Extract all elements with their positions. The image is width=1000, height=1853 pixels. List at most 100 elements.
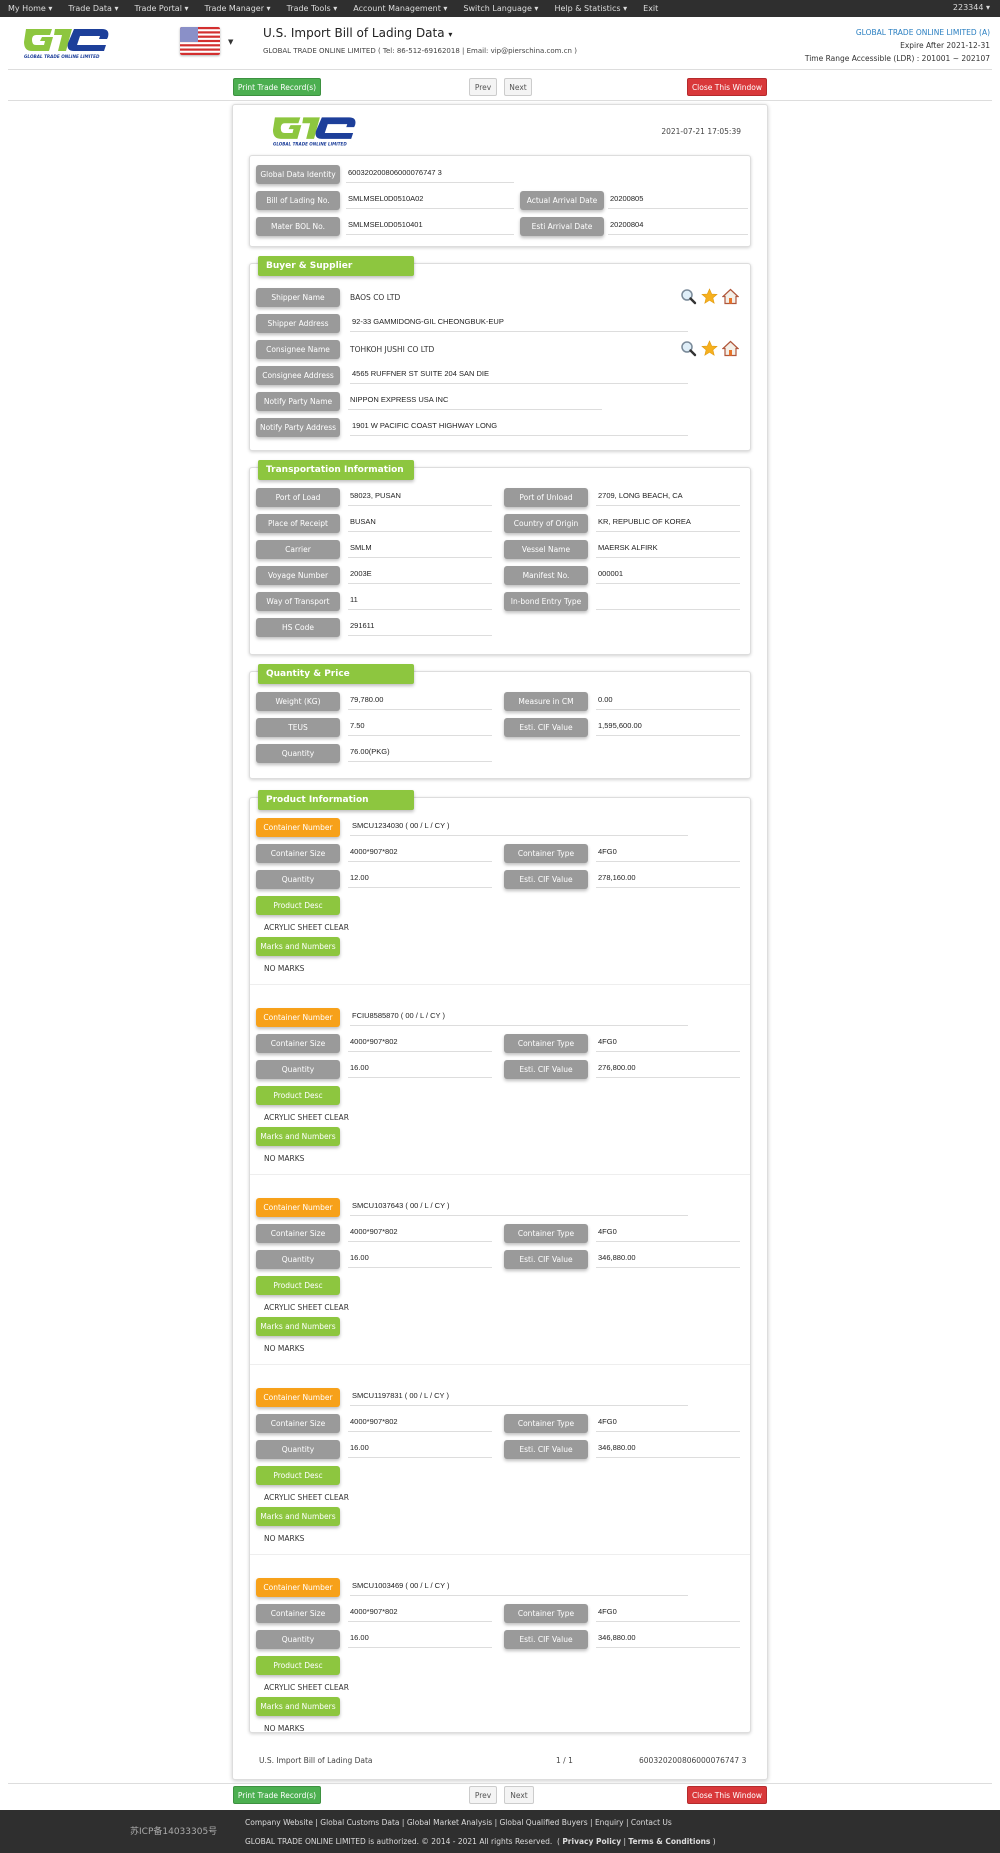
next-button[interactable]: Next <box>504 78 532 96</box>
weight-value: 79,780.00 <box>348 691 492 710</box>
language-caret-icon[interactable]: ▼ <box>228 38 233 46</box>
bol-value: SMLMSEL0D0510A02 <box>346 190 514 209</box>
container-number-value: SMCU1037643 ( 00 / L / CY ) <box>350 1197 688 1216</box>
container-cif-label: Esti. CIF Value <box>504 1630 588 1649</box>
nav-help-statistics[interactable]: Help & Statistics ▾ <box>546 4 635 13</box>
container-number-value: SMCU1003469 ( 00 / L / CY ) <box>350 1577 688 1596</box>
gto-logo: GLOBAL TRADE ONLINE LIMITED <box>24 29 109 59</box>
bol-label: Bill of Lading No. <box>256 191 340 210</box>
nav-trade-tools[interactable]: Trade Tools ▾ <box>279 4 346 13</box>
cif-label: Esti. CIF Value <box>504 718 588 737</box>
close-window-button[interactable]: Close This Window <box>687 1786 767 1804</box>
container-size-value: 4000*907*802 <box>348 843 492 862</box>
container-block: Container Number SMCU1234030 ( 00 / L / … <box>250 816 750 1006</box>
expire-date: Expire After 2021-12-31 <box>900 41 990 50</box>
next-button[interactable]: Next <box>504 1786 534 1804</box>
product-desc-value: ACRYLIC SHEET CLEAR <box>264 1493 349 1502</box>
teus-label: TEUS <box>256 718 340 737</box>
container-cif-value: 346,880.00 <box>596 1249 740 1268</box>
terms-link[interactable]: Terms & Conditions <box>628 1837 710 1846</box>
container-block: Container Number SMCU1197831 ( 00 / L / … <box>250 1386 750 1576</box>
container-size-value: 4000*907*802 <box>348 1603 492 1622</box>
nav-switch-language[interactable]: Switch Language ▾ <box>455 4 546 13</box>
footer-link-global-customs-data[interactable]: Global Customs Data <box>320 1818 399 1827</box>
footer-link-company-website[interactable]: Company Website <box>245 1818 313 1827</box>
port-load-value: 58023, PUSAN <box>348 487 492 506</box>
container-size-value: 4000*907*802 <box>348 1223 492 1242</box>
container-size-value: 4000*907*802 <box>348 1413 492 1432</box>
consignee-name-label: Consignee Name <box>256 340 340 359</box>
search-icon[interactable] <box>680 288 697 305</box>
shipper-address-label: Shipper Address <box>256 314 340 333</box>
container-type-value: 4FG0 <box>596 1603 740 1622</box>
us-flag-icon[interactable] <box>180 27 220 55</box>
marks-value: NO MARKS <box>264 1534 305 1543</box>
container-cif-value: 346,880.00 <box>596 1629 740 1648</box>
home-icon[interactable] <box>721 288 740 305</box>
container-cif-label: Esti. CIF Value <box>504 1060 588 1079</box>
account-info: GLOBAL TRADE ONLINE LIMITED (A) Expire A… <box>805 26 990 65</box>
close-window-button[interactable]: Close This Window <box>687 78 767 96</box>
nav-trade-portal[interactable]: Trade Portal ▾ <box>126 4 196 13</box>
quantity-price-panel: Quantity & Price Information Weight (KG)… <box>249 664 751 779</box>
voyage-label: Voyage Number <box>256 566 340 585</box>
product-desc-label: Product Desc <box>256 1656 340 1675</box>
marks-value: NO MARKS <box>264 964 305 973</box>
quantity-label: Quantity <box>256 744 340 763</box>
container-number-label: Container Number <box>256 1388 340 1407</box>
user-menu[interactable]: 223344 ▾ <box>953 3 990 12</box>
footer-links: Company Website | Global Customs Data | … <box>245 1818 672 1827</box>
nav-trade-data[interactable]: Trade Data ▾ <box>60 4 126 13</box>
product-desc-label: Product Desc <box>256 1276 340 1295</box>
container-type-value: 4FG0 <box>596 1413 740 1432</box>
account-name[interactable]: GLOBAL TRADE ONLINE LIMITED (A) <box>805 26 990 39</box>
search-icon[interactable] <box>680 340 697 357</box>
time-range: Time Range Accessible (LDR) : 201001 ~ 2… <box>804 54 990 63</box>
nav-my-home[interactable]: My Home ▾ <box>0 4 60 13</box>
page-title[interactable]: U.S. Import Bill of Lading Data ▾ <box>263 26 452 40</box>
home-icon[interactable] <box>721 340 740 357</box>
product-desc-label: Product Desc <box>256 1466 340 1485</box>
actual-arrival-value: 20200805 <box>608 190 748 209</box>
weight-label: Weight (KG) <box>256 692 340 711</box>
container-quantity-label: Quantity <box>256 1440 340 1459</box>
star-icon[interactable] <box>701 288 718 305</box>
container-size-label: Container Size <box>256 1414 340 1433</box>
way-transport-label: Way of Transport <box>256 592 340 611</box>
toolbar-top: Print Trade Record(s) Prev Next Close Th… <box>0 78 1000 98</box>
container-quantity-value: 16.00 <box>348 1059 492 1078</box>
footer-link-enquiry[interactable]: Enquiry <box>595 1818 624 1827</box>
star-icon[interactable] <box>701 340 718 357</box>
place-receipt-value: BUSAN <box>348 513 492 532</box>
buyer-supplier-title: Buyer & Supplier Information <box>258 256 414 291</box>
prev-button[interactable]: Prev <box>469 78 497 96</box>
prev-button[interactable]: Prev <box>469 1786 497 1804</box>
footer-link-global-qualified-buyers[interactable]: Global Qualified Buyers <box>499 1818 587 1827</box>
carrier-value: SMLM <box>348 539 492 558</box>
teus-value: 7.50 <box>348 717 492 736</box>
port-load-label: Port of Load <box>256 488 340 507</box>
print-button[interactable]: Print Trade Record(s) <box>233 78 321 96</box>
container-number-label: Container Number <box>256 818 340 837</box>
container-type-label: Container Type <box>504 1034 588 1053</box>
way-transport-value: 11 <box>348 591 492 610</box>
nav-account-management[interactable]: Account Management ▾ <box>345 4 455 13</box>
footer-link-contact-us[interactable]: Contact Us <box>631 1818 672 1827</box>
privacy-policy-link[interactable]: Privacy Policy <box>562 1837 621 1846</box>
nav-exit[interactable]: Exit <box>635 4 666 13</box>
marks-value: NO MARKS <box>264 1154 305 1163</box>
shipper-name-value: BAOS CO LTD <box>350 293 401 302</box>
product-desc-label: Product Desc <box>256 1086 340 1105</box>
icp-license[interactable]: 苏ICP备14033305号 <box>130 1824 217 1837</box>
manifest-value: 000001 <box>596 565 740 584</box>
port-unload-label: Port of Unload <box>504 488 588 507</box>
esti-arrival-value: 20200804 <box>608 216 748 235</box>
marks-value: NO MARKS <box>264 1344 305 1353</box>
container-block: Container Number SMCU1037643 ( 00 / L / … <box>250 1196 750 1386</box>
container-cif-label: Esti. CIF Value <box>504 870 588 889</box>
nav-trade-manager[interactable]: Trade Manager ▾ <box>196 4 278 13</box>
print-button[interactable]: Print Trade Record(s) <box>233 1786 321 1804</box>
container-quantity-value: 16.00 <box>348 1439 492 1458</box>
footer-link-global-market-analysis[interactable]: Global Market Analysis <box>407 1818 492 1827</box>
product-desc-value: ACRYLIC SHEET CLEAR <box>264 923 349 932</box>
